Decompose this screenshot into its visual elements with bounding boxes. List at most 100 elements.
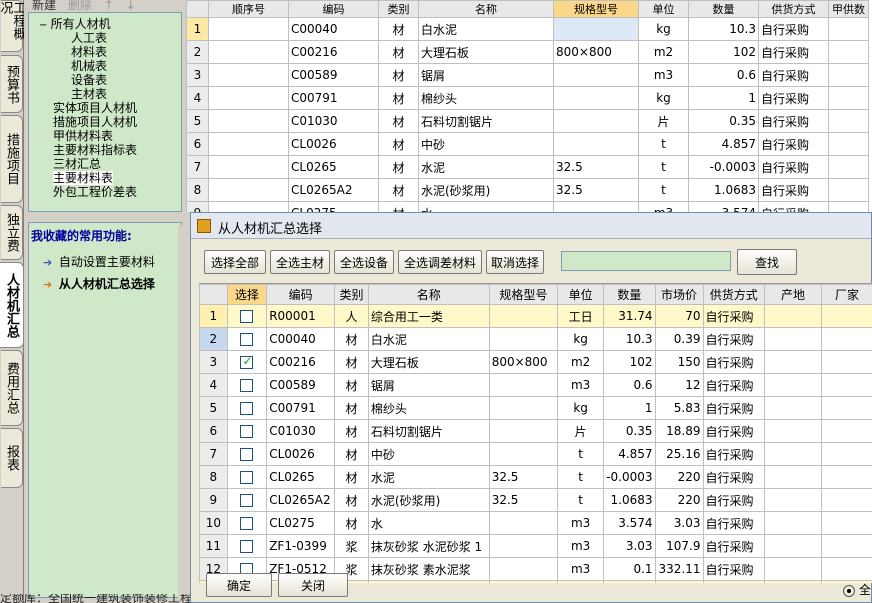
table-cell[interactable]: 材 — [334, 373, 369, 397]
table-cell[interactable]: 32.5 — [553, 155, 639, 179]
table-cell[interactable] — [828, 109, 869, 133]
table-cell[interactable]: 材 — [334, 511, 369, 535]
table-cell[interactable]: 102 — [688, 40, 759, 64]
table-cell[interactable]: C00216 — [288, 40, 379, 64]
tab-6[interactable]: 费用汇总 — [1, 350, 23, 426]
table-cell[interactable]: 拌筒容量20 — [488, 580, 558, 583]
table-cell[interactable] — [208, 155, 289, 179]
table-cell[interactable]: 1 — [603, 396, 656, 420]
table-cell[interactable]: 18.89 — [654, 419, 704, 443]
move-up-icon[interactable]: ↑ — [104, 0, 114, 12]
table-cell[interactable] — [828, 201, 869, 212]
table-cell[interactable]: 人 — [334, 304, 369, 328]
scope-radio[interactable]: 全 — [843, 581, 871, 598]
table-cell[interactable] — [208, 132, 289, 156]
table-cell[interactable]: kg — [638, 86, 689, 110]
table-cell[interactable] — [820, 557, 872, 581]
table-cell[interactable]: 自行采购 — [702, 419, 766, 443]
table-cell[interactable]: t — [556, 465, 605, 489]
table-cell[interactable]: 32.5 — [488, 488, 558, 512]
table-cell[interactable]: kg — [556, 327, 605, 351]
tab-1[interactable]: 工程概况 — [0, 0, 26, 52]
table-cell[interactable] — [820, 465, 872, 489]
table-cell[interactable] — [488, 373, 558, 397]
table-cell[interactable]: 31.74 — [603, 304, 656, 328]
table-cell[interactable]: CL0275 — [288, 201, 379, 212]
table-cell[interactable]: 材 — [378, 86, 419, 110]
table-cell[interactable]: 32.5 — [488, 465, 558, 489]
table-cell[interactable]: 棉纱头 — [367, 396, 490, 420]
table-cell[interactable] — [488, 442, 558, 466]
column-header[interactable]: 市场价 — [654, 284, 704, 305]
table-cell[interactable]: 自行采购 — [702, 373, 766, 397]
table-cell[interactable] — [553, 201, 639, 212]
table-cell[interactable]: ZF1-0399 — [266, 534, 336, 558]
ok-button[interactable]: 确定 — [206, 573, 272, 597]
table-cell[interactable]: m3 — [556, 534, 605, 558]
table-cell[interactable]: CL0265A2 — [266, 488, 336, 512]
tree-node[interactable]: 人工表 — [71, 31, 107, 45]
table-cell[interactable]: 中砂 — [418, 132, 554, 156]
table-cell[interactable]: 水 — [367, 511, 490, 535]
table-cell[interactable]: 材 — [334, 442, 369, 466]
table-cell[interactable]: 自行采购 — [702, 350, 766, 374]
table-cell[interactable]: CL0026 — [266, 442, 336, 466]
select-all-button[interactable]: 选择全部 — [204, 250, 266, 274]
table-cell[interactable]: 材 — [378, 201, 419, 212]
table-cell[interactable] — [820, 373, 872, 397]
table-cell[interactable]: 3.574 — [603, 511, 656, 535]
table-cell[interactable] — [820, 511, 872, 535]
table-cell[interactable]: 0.39 — [603, 580, 656, 583]
table-cell[interactable]: 自行采购 — [702, 304, 766, 328]
table-cell[interactable]: 材 — [334, 327, 369, 351]
table-cell[interactable] — [488, 396, 558, 420]
table-cell[interactable]: C00216 — [266, 350, 336, 374]
table-cell[interactable]: 抹灰砂浆 素水泥浆 — [367, 557, 490, 581]
tree-node[interactable]: 措施项目人材机 — [53, 115, 137, 129]
collapse-icon[interactable]: − — [39, 20, 51, 31]
table-cell[interactable]: 3.03 — [654, 511, 704, 535]
column-header[interactable]: 规格型号 — [488, 284, 558, 305]
table-cell[interactable] — [828, 40, 869, 64]
table-row[interactable]: 7 CL0026 材中砂 t 4.857 25.16 自行采购 — [199, 442, 872, 466]
column-header[interactable]: 名称 — [418, 0, 554, 18]
table-cell[interactable]: 台班 — [556, 580, 605, 583]
table-cell[interactable] — [488, 327, 558, 351]
select-cell[interactable] — [226, 488, 268, 512]
panel-splitter[interactable] — [178, 225, 186, 603]
table-cell[interactable]: C00589 — [266, 373, 336, 397]
column-header[interactable]: 编码 — [266, 284, 336, 305]
table-cell[interactable]: 材 — [378, 17, 419, 41]
table-cell[interactable]: C01030 — [288, 109, 379, 133]
table-cell[interactable]: 材 — [378, 40, 419, 64]
table-row[interactable]: 1 R00001 人综合用工一类 工日 31.74 70 自行采购 — [199, 304, 872, 328]
column-header[interactable]: 甲供数 — [828, 0, 869, 18]
table-cell[interactable]: 102.92 — [654, 580, 704, 583]
table-cell[interactable]: 32.5 — [553, 178, 639, 202]
column-header[interactable] — [199, 284, 228, 305]
select-cell[interactable] — [226, 396, 268, 420]
table-cell[interactable] — [208, 86, 289, 110]
table-cell[interactable]: m3 — [638, 63, 689, 87]
table-cell[interactable]: t — [556, 488, 605, 512]
select-main-materials-button[interactable]: 全选主材 — [270, 250, 330, 274]
select-checkbox[interactable] — [240, 333, 254, 346]
table-cell[interactable]: 白水泥 — [418, 17, 554, 41]
table-cell[interactable] — [553, 17, 639, 41]
select-adjust-materials-button[interactable]: 全选调差材料 — [398, 250, 482, 274]
table-cell[interactable]: t — [638, 155, 689, 179]
table-cell[interactable]: 综合用工一类 — [367, 304, 490, 328]
table-cell[interactable]: 自行采购 — [758, 17, 829, 41]
table-cell[interactable]: 大理石板 — [367, 350, 490, 374]
table-row[interactable]: 7 CL0265 材水泥 32.5 t -0.0003 自行采购 — [186, 155, 869, 179]
table-row[interactable]: 6 CL0026 材中砂 t 4.857 自行采购 — [186, 132, 869, 156]
select-cell[interactable] — [226, 511, 268, 535]
table-row[interactable]: 3 C00216材大理石板800×800m2102150自行采购 — [199, 350, 872, 374]
table-cell[interactable] — [208, 201, 289, 212]
table-row[interactable]: 10 CL0275 材水 m3 3.574 3.03 自行采购 — [199, 511, 872, 535]
table-row[interactable]: 6 C01030 材石料切割锯片 片 0.35 18.89 自行采购 — [199, 419, 872, 443]
table-cell[interactable]: 水 — [418, 201, 554, 212]
table-row[interactable]: 2 C00216 材大理石板 800×800 m2 102 自行采购 — [186, 40, 869, 64]
table-cell[interactable] — [820, 350, 872, 374]
table-cell[interactable]: 水泥 — [418, 155, 554, 179]
